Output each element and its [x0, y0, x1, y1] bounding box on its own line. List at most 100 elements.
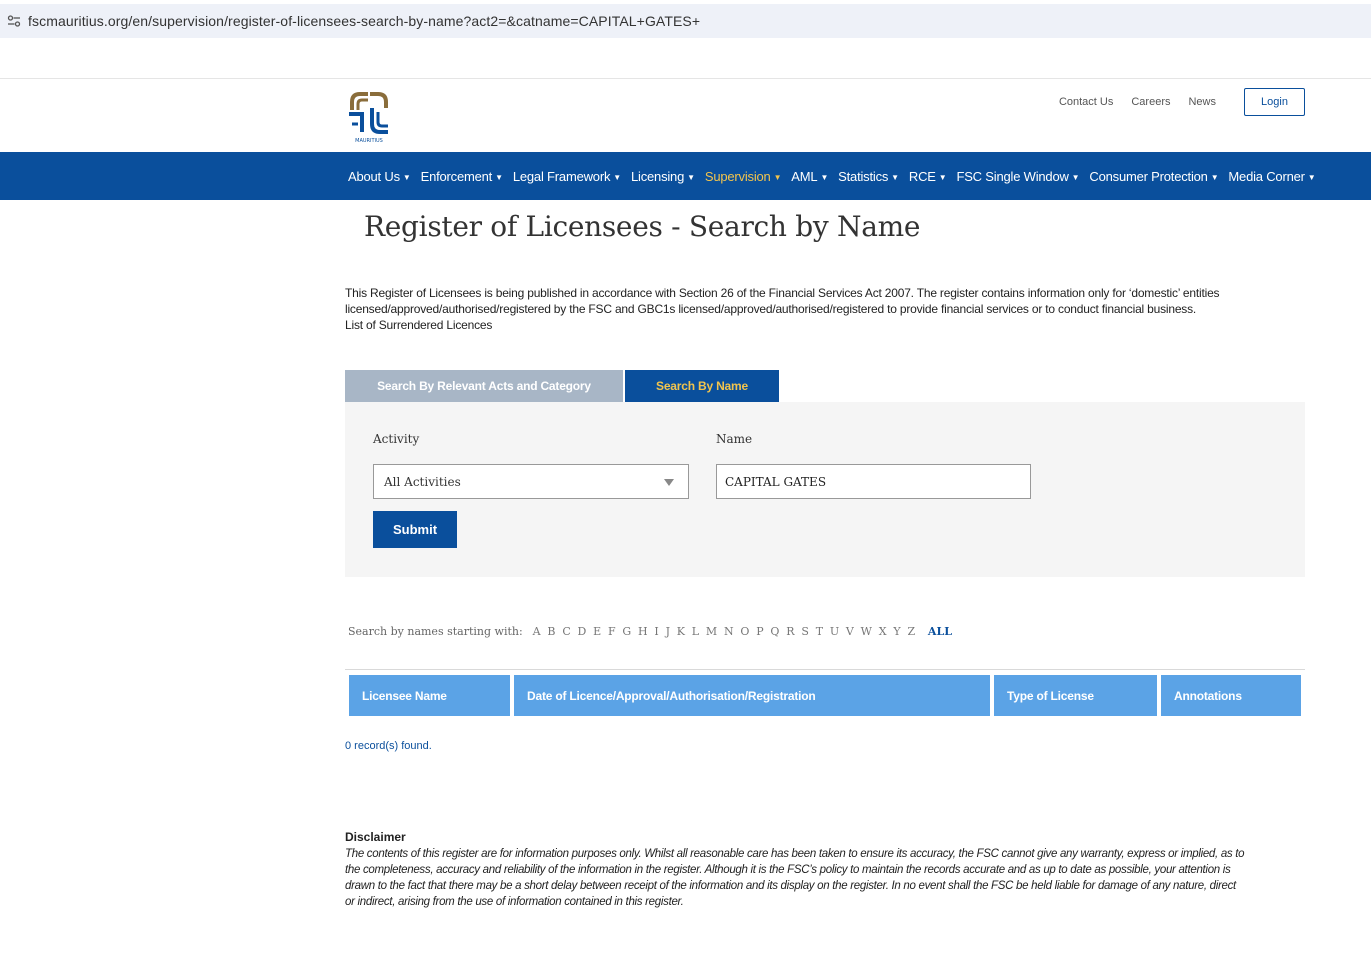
alphabet-label: Search by names starting with: — [348, 625, 523, 638]
alphabet-letter-k[interactable]: K — [677, 625, 685, 638]
nav-item-rce[interactable]: RCE ▼ — [909, 169, 947, 184]
nav-item-supervision[interactable]: Supervision ▼ — [704, 168, 782, 184]
disclaimer-text: The contents of this register are for in… — [345, 846, 1307, 910]
alphabet-letter-i[interactable]: I — [654, 625, 658, 638]
column-header-type: Type of License — [994, 675, 1157, 716]
chevron-down-icon: ▼ — [820, 173, 829, 182]
nav-item-statistics[interactable]: Statistics ▼ — [838, 169, 899, 184]
fsc-logo[interactable]: MAURITIUS — [348, 88, 390, 144]
browser-address-bar[interactable]: fscmauritius.org/en/supervision/register… — [0, 4, 1371, 38]
alphabet-letter-d[interactable]: D — [578, 625, 587, 638]
alphabet-letter-j[interactable]: J — [666, 625, 670, 638]
alphabet-all-link[interactable]: ALL — [928, 625, 952, 638]
alphabet-letter-x[interactable]: X — [879, 625, 887, 638]
nav-item-fsc-single-window[interactable]: FSC Single Window ▼ — [956, 169, 1079, 184]
chevron-down-icon: ▼ — [938, 173, 947, 182]
name-input[interactable] — [716, 464, 1031, 499]
main-navigation: About Us ▼ Enforcement ▼ Legal Framework ▼ Lic… — [0, 152, 1371, 200]
alphabet-letter-t[interactable]: T — [816, 625, 823, 638]
intro-text: This Register of Licensees is being publ… — [345, 285, 1305, 333]
top-links: Contact Us Careers News Login — [1059, 88, 1305, 116]
nav-item-aml[interactable]: AML ▼ — [791, 169, 828, 184]
name-label: Name — [716, 432, 753, 446]
alphabet-letter-a[interactable]: A — [533, 625, 541, 638]
alphabet-letter-s[interactable]: S — [801, 625, 809, 638]
nav-item-label: About Us — [348, 168, 400, 184]
column-header-date: Date of Licence/Approval/Authorisation/R… — [514, 675, 990, 716]
nav-item-consumer-protection[interactable]: Consumer Protection ▼ — [1089, 169, 1218, 184]
nav-item-legal-framework[interactable]: Legal Framework ▼ — [513, 169, 621, 184]
alphabet-letter-y[interactable]: Y — [893, 625, 900, 638]
nav-item-label: RCE — [908, 168, 936, 184]
nav-item-media-corner[interactable]: Media Corner ▼ — [1228, 169, 1315, 184]
page-title: Register of Licensees - Search by Name — [364, 210, 921, 243]
activity-select-value: All Activities — [384, 474, 461, 489]
nav-item-enforcement[interactable]: Enforcement ▼ — [421, 169, 503, 184]
nav-item-label: Licensing — [630, 168, 685, 184]
alphabet-filter: Search by names starting with: ABCDEFGHI… — [348, 625, 952, 638]
nav-item-label: Statistics — [838, 168, 889, 184]
search-tabs: Search By Relevant Acts and Category Sea… — [345, 370, 781, 402]
alphabet-letter-o[interactable]: O — [740, 625, 749, 638]
header-divider — [0, 78, 1371, 79]
column-header-licensee-name: Licensee Name — [349, 675, 510, 716]
alphabet-letter-p[interactable]: P — [756, 625, 763, 638]
login-button[interactable]: Login — [1244, 88, 1305, 116]
column-header-annotations: Annotations — [1161, 675, 1301, 716]
table-top-border — [345, 669, 1305, 670]
alphabet-letter-u[interactable]: U — [830, 625, 839, 638]
chevron-down-icon: ▼ — [495, 173, 503, 182]
alphabet-letter-q[interactable]: Q — [770, 625, 779, 638]
alphabet-letter-n[interactable]: N — [724, 625, 734, 638]
chevron-down-icon: ▼ — [1307, 173, 1316, 182]
chevron-down-icon: ▼ — [613, 173, 621, 182]
alphabet-letter-c[interactable]: C — [562, 625, 570, 638]
disclaimer-line-1: The contents of this register are for in… — [345, 848, 1245, 860]
logo-text: MAURITIUS — [355, 138, 383, 144]
alphabet-letter-g[interactable]: G — [622, 625, 631, 638]
alphabet-letter-v[interactable]: V — [846, 625, 854, 638]
chevron-down-icon: ▼ — [1210, 173, 1219, 182]
alphabet-letter-w[interactable]: W — [861, 625, 872, 638]
alphabet-letter-m[interactable]: M — [706, 625, 717, 638]
top-link-contact-us[interactable]: Contact Us — [1059, 96, 1113, 108]
disclaimer-title: Disclaimer — [345, 830, 406, 844]
chevron-down-icon: ▼ — [687, 173, 695, 182]
alphabet-letter-f[interactable]: F — [608, 625, 616, 638]
top-link-careers[interactable]: Careers — [1131, 96, 1170, 108]
tab-search-by-name[interactable]: Search By Name — [625, 370, 779, 402]
alphabet-letter-h[interactable]: H — [638, 625, 648, 638]
alphabet-letter-b[interactable]: B — [547, 625, 555, 638]
nav-item-licensing[interactable]: Licensing ▼ — [631, 169, 695, 184]
nav-item-label: AML — [791, 168, 818, 184]
activity-select[interactable]: All Activities — [373, 464, 689, 499]
alphabet-letter-e[interactable]: E — [593, 625, 601, 638]
alphabet-letter-z[interactable]: Z — [907, 625, 915, 638]
search-panel: Activity Name All Activities Submit — [345, 402, 1305, 577]
chevron-down-icon: ▼ — [1071, 173, 1080, 182]
disclaimer-line-2: the completeness, accuracy and reliabili… — [345, 864, 1231, 876]
top-link-news[interactable]: News — [1188, 96, 1216, 108]
surrendered-licences-link[interactable]: List of Surrendered Licences — [345, 317, 1305, 333]
tab-search-by-acts[interactable]: Search By Relevant Acts and Category — [345, 370, 623, 402]
chevron-down-icon: ▼ — [891, 173, 899, 182]
chevron-down-icon: ▼ — [773, 173, 782, 182]
url-text[interactable]: fscmauritius.org/en/supervision/register… — [28, 13, 700, 29]
activity-label: Activity — [373, 432, 420, 446]
nav-item-label: Enforcement — [420, 168, 493, 184]
site-settings-icon[interactable] — [0, 15, 28, 27]
chevron-down-icon: ▼ — [402, 173, 411, 182]
nav-item-label: Consumer Protection — [1089, 168, 1208, 184]
nav-list: About Us ▼ Enforcement ▼ Legal Framework ▼ Lic… — [348, 152, 1326, 200]
alphabet-letter-l[interactable]: L — [692, 625, 699, 638]
submit-button[interactable]: Submit — [373, 511, 457, 548]
chevron-down-icon — [664, 479, 674, 486]
disclaimer-line-4: or indirect, arising from the use of inf… — [345, 896, 684, 908]
nav-item-label: Supervision — [704, 168, 771, 184]
nav-item-label: Media Corner — [1228, 168, 1305, 184]
nav-item-about-us[interactable]: About Us ▼ — [348, 169, 411, 184]
records-count: 0 record(s) found. — [345, 740, 432, 752]
alphabet-letter-r[interactable]: R — [786, 625, 794, 638]
nav-item-label: FSC Single Window — [956, 168, 1069, 184]
disclaimer-line-3: drawn to the fact that there may be a sh… — [345, 880, 1236, 892]
